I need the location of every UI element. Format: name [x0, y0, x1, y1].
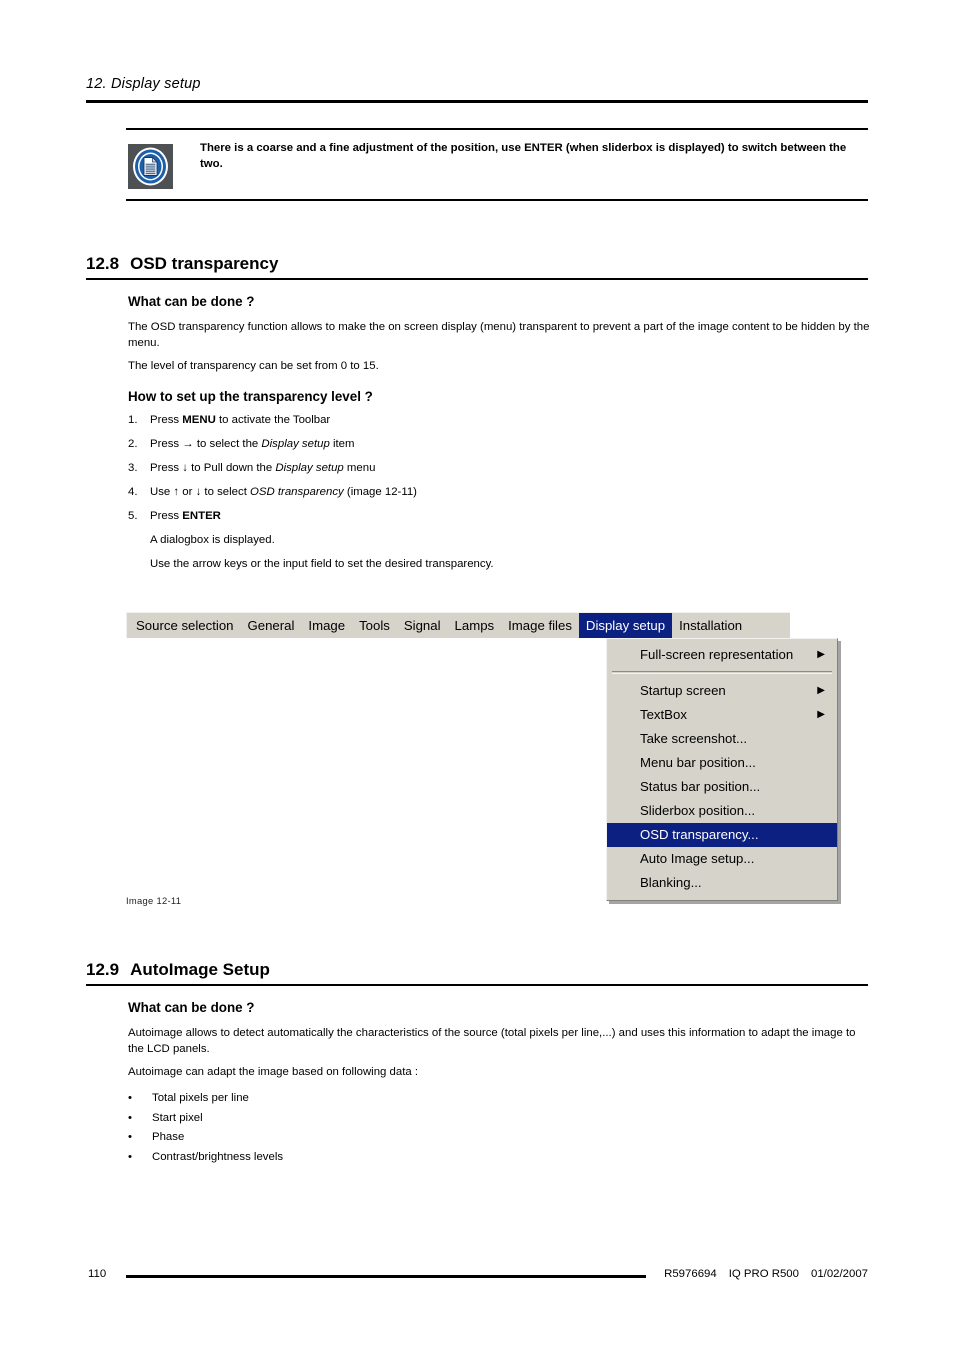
paragraph-12-8-2: The level of transparency can be set fro… [128, 360, 379, 372]
dropdown-item-sliderbox-position[interactable]: Sliderbox position... [607, 799, 837, 823]
bullet-marker: • [128, 1131, 132, 1143]
dropdown-item-label: OSD transparency... [640, 827, 759, 842]
chevron-right-icon: ▶ [817, 685, 825, 696]
dropdown-item-label: Sliderbox position... [640, 803, 756, 818]
header-rule [86, 100, 868, 103]
section-rule-12-8 [86, 278, 868, 280]
dropdown-item-status-bar-position[interactable]: Status bar position... [607, 775, 837, 799]
list-item: • Total pixels per line [128, 1092, 628, 1112]
step-note-dialogbox: A dialogbox is displayed. [150, 534, 275, 546]
bullet-text: Phase [152, 1131, 185, 1143]
chevron-right-icon: ▶ [817, 649, 825, 660]
step-index: 4. [128, 486, 138, 498]
footer-meta: R5976694 IQ PRO R500 01/02/2007 [664, 1268, 868, 1280]
document-page: 12. Display setup There is a coarse and … [0, 0, 954, 1351]
dropdown-item-take-screenshot[interactable]: Take screenshot... [607, 727, 837, 751]
subheading-what-12-9: What can be done ? [128, 1000, 255, 1015]
dropdown-item-osd-transparency[interactable]: OSD transparency... [607, 823, 837, 847]
section-number-12-9: 12.9 [86, 960, 120, 979]
dropdown-item-label: Auto Image setup... [640, 851, 755, 866]
dropdown-item-label: Status bar position... [640, 779, 761, 794]
dropdown-item-label: Menu bar position... [640, 755, 756, 770]
section-heading-12-8: 12.8 OSD transparency [86, 254, 278, 274]
figure-caption: Image 12-11 [126, 895, 182, 906]
subheading-what-12-8: What can be done ? [128, 294, 255, 309]
note-bottom-rule [126, 199, 868, 201]
document-note-icon [128, 144, 173, 189]
paragraph-12-9-1: Autoimage allows to detect automatically… [128, 1027, 856, 1055]
bullet-marker: • [128, 1111, 132, 1124]
menu-item-image[interactable]: Image [301, 613, 352, 638]
menu-bar: Source selection General Image Tools Signal L… [126, 612, 790, 638]
menu-item-tools[interactable]: Tools [352, 613, 397, 638]
footer-doc-code: R5976694 [664, 1268, 717, 1280]
menu-item-lamps[interactable]: Lamps [448, 613, 502, 638]
footer-rule [126, 1275, 646, 1278]
list-item: • Start pixel [128, 1112, 628, 1132]
footer-product: IQ PRO R500 [728, 1268, 799, 1280]
step-text: Press → to select the Display setup item [150, 438, 355, 450]
menu-item-image-files[interactable]: Image files [501, 613, 579, 638]
dropdown-item-full-screen-representation[interactable]: Full-screen representation ▶ [607, 643, 837, 667]
list-item: • Contrast/brightness levels [128, 1151, 628, 1171]
note-top-rule [126, 128, 868, 130]
step-text: Press MENU to activate the Toolbar [150, 414, 331, 426]
step-text: Use ↑ or ↓ to select OSD transparency (i… [150, 486, 417, 498]
step-note-arrowkeys: Use the arrow keys or the input field to… [150, 558, 494, 570]
dropdown-item-menu-bar-position[interactable]: Menu bar position... [607, 751, 837, 775]
list-item: 4. Use ↑ or ↓ to select OSD transparency… [128, 486, 768, 510]
page-number: 110 [88, 1268, 107, 1280]
section-heading-12-9: 12.9 AutoImage Setup [86, 960, 270, 980]
menu-item-signal[interactable]: Signal [397, 613, 448, 638]
dropdown-item-textbox[interactable]: TextBox ▶ [607, 703, 837, 727]
dropdown-item-label: Full-screen representation [640, 647, 794, 662]
dropdown-item-blanking[interactable]: Blanking... [607, 871, 837, 895]
display-setup-dropdown: Full-screen representation ▶ Startup scr… [606, 638, 838, 901]
bullet-list: • Total pixels per line • Start pixel • … [128, 1092, 628, 1170]
bullet-text: Start pixel [152, 1111, 203, 1124]
list-item: • Phase [128, 1131, 628, 1151]
paragraph-12-8-1: The OSD transparency function allows to … [128, 321, 870, 349]
subheading-how-12-8: How to set up the transparency level ? [128, 389, 373, 404]
list-item: 5. Press ENTER [128, 510, 768, 534]
paragraph-12-9-2: Autoimage can adapt the image based on f… [128, 1066, 419, 1078]
menu-item-installation[interactable]: Installation [672, 613, 749, 638]
section-number-12-8: 12.8 [86, 254, 120, 273]
dropdown-item-label: Blanking... [640, 875, 702, 890]
step-index: 3. [128, 462, 138, 474]
bullet-text: Total pixels per line [152, 1092, 249, 1104]
section-title-12-9: AutoImage Setup [130, 960, 270, 979]
step-text: Press ENTER [150, 510, 221, 522]
step-index: 2. [128, 438, 138, 450]
step-index: 5. [128, 510, 138, 522]
dropdown-item-auto-image-setup[interactable]: Auto Image setup... [607, 847, 837, 871]
figure-osd-menu: Source selection General Image Tools Signal L… [126, 612, 838, 901]
footer-date: 01/02/2007 [810, 1268, 868, 1280]
menu-item-source-selection[interactable]: Source selection [127, 613, 241, 638]
dropdown-item-label: TextBox [640, 707, 687, 722]
list-item: 1. Press MENU to activate the Toolbar [128, 414, 768, 438]
bullet-marker: • [128, 1092, 132, 1104]
menu-item-display-setup[interactable]: Display setup [578, 613, 673, 638]
dropdown-item-label: Take screenshot... [640, 731, 748, 746]
steps-list: 1. Press MENU to activate the Toolbar 2.… [128, 414, 768, 582]
dropdown-item-label: Startup screen [640, 683, 726, 698]
running-header: 12. Display setup [86, 76, 201, 92]
section-rule-12-9 [86, 984, 868, 986]
bullet-text: Contrast/brightness levels [152, 1150, 284, 1163]
list-item: 2. Press → to select the Display setup i… [128, 438, 768, 462]
section-title-12-8: OSD transparency [130, 254, 279, 273]
note-text: There is a coarse and a fine adjustment … [200, 142, 847, 170]
menu-item-general[interactable]: General [241, 613, 302, 638]
list-item: 3. Press ↓ to Pull down the Display setu… [128, 462, 768, 486]
step-index: 1. [128, 414, 138, 426]
dropdown-item-startup-screen[interactable]: Startup screen ▶ [607, 679, 837, 703]
chevron-right-icon: ▶ [817, 709, 825, 720]
bullet-marker: • [128, 1150, 132, 1163]
dropdown-separator [612, 671, 832, 674]
step-text: Press ↓ to Pull down the Display setup m… [150, 462, 376, 474]
